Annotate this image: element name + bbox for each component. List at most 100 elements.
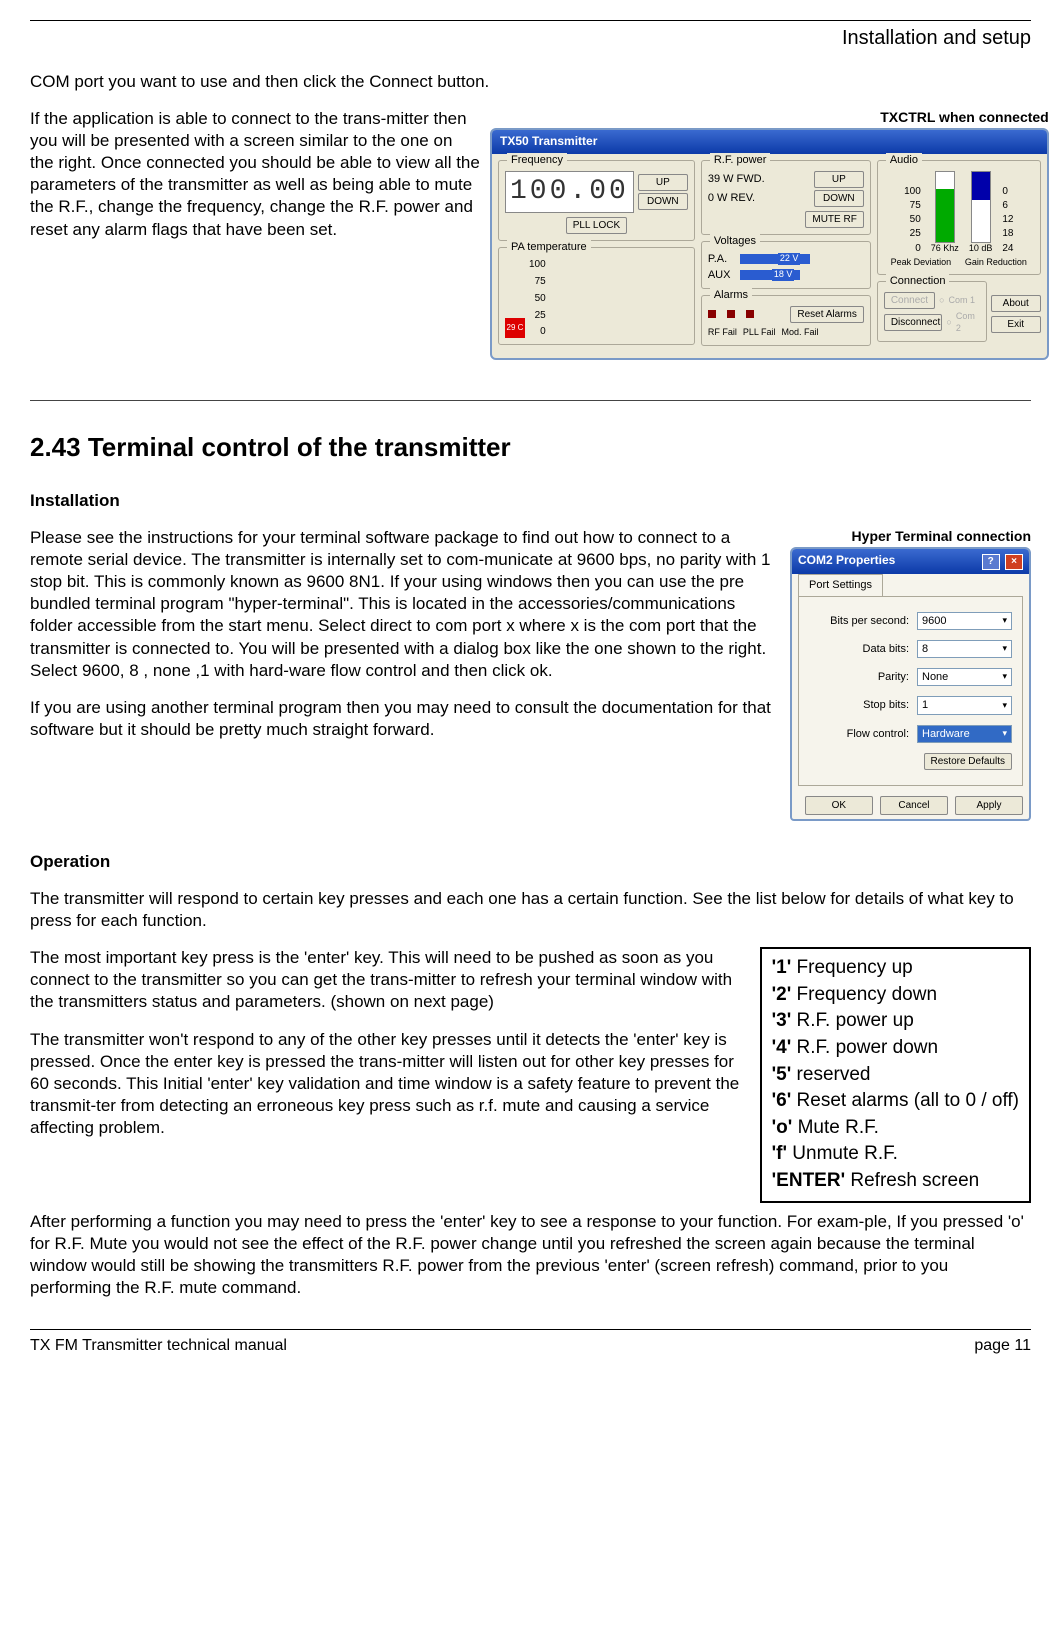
group-alarms: Alarms Reset Alarms RF Fail PLL Fail — [701, 295, 871, 346]
help-icon[interactable]: ? — [982, 554, 1000, 570]
rf-down-button[interactable]: DOWN — [814, 190, 864, 207]
scale-tick: 18 — [1002, 227, 1013, 240]
connection-label: Connection — [886, 274, 950, 288]
key-reference-box: '1' Frequency up '2' Frequency down '3' … — [760, 947, 1031, 1202]
gain-red-label: Gain Reduction — [965, 257, 1027, 269]
volt-pa-label: P.A. — [708, 252, 736, 266]
key-5-desc: reserved — [791, 1064, 870, 1085]
scale-tick: 25 — [529, 309, 546, 322]
key-3-desc: R.F. power up — [791, 1010, 914, 1031]
key-2: '2' — [772, 984, 792, 1005]
databits-label: Data bits: — [809, 642, 917, 656]
com1-radio[interactable]: Com 1 — [949, 295, 976, 307]
volt-aux-value: 18 V — [772, 269, 795, 281]
scale-tick: 24 — [1002, 242, 1013, 255]
pa-temp-label: PA temperature — [507, 240, 591, 254]
group-frequency: Frequency 100.00 UP DOWN PLL LOCK — [498, 160, 695, 241]
key-1: '1' — [772, 957, 792, 978]
peak-deviation-bar — [935, 171, 955, 243]
frequency-label: Frequency — [507, 153, 567, 167]
gain-red-value: 10 dB — [969, 243, 993, 255]
paragraph-1: If the application is able to connect to… — [30, 108, 480, 241]
alarm-pll-label: PLL Fail — [743, 327, 776, 339]
key-o: 'o' — [772, 1117, 793, 1138]
bps-select[interactable]: 9600▾ — [917, 612, 1012, 630]
bps-label: Bits per second: — [809, 614, 917, 628]
freq-down-button[interactable]: DOWN — [638, 193, 688, 210]
scale-tick: 6 — [1002, 199, 1013, 212]
caption-txctrl: TXCTRL when connected — [490, 108, 1049, 126]
scale-tick: 0 — [904, 242, 921, 255]
key-f-desc: Unmute R.F. — [787, 1143, 898, 1164]
footer-left: TX FM Transmitter technical manual — [30, 1336, 287, 1357]
peak-dev-value: 76 Khz — [931, 243, 959, 255]
disconnect-button[interactable]: Disconnect — [884, 314, 943, 331]
key-4-desc: R.F. power down — [791, 1037, 938, 1058]
com2-radio[interactable]: Com 2 — [956, 311, 980, 334]
key-1-desc: Frequency up — [791, 957, 912, 978]
stopbits-select[interactable]: 1▾ — [917, 696, 1012, 714]
cancel-button[interactable]: Cancel — [880, 796, 948, 815]
audio-label: Audio — [886, 153, 922, 167]
com2-dialog: COM2 Properties ? × Port Settings Bits p… — [790, 547, 1031, 821]
op-p2: The most important key press is the 'ent… — [30, 947, 750, 1013]
operation-heading: Operation — [30, 851, 1031, 873]
group-pa-temp: PA temperature 29 C 100 75 50 25 0 — [498, 247, 695, 345]
scale-tick: 0 — [1002, 185, 1013, 198]
peak-dev-label: Peak Deviation — [891, 257, 952, 269]
about-button[interactable]: About — [991, 295, 1041, 312]
scale-tick: 50 — [904, 213, 921, 226]
connect-button[interactable]: Connect — [884, 292, 935, 309]
scale-tick: 12 — [1002, 213, 1013, 226]
key-3: '3' — [772, 1010, 792, 1031]
group-voltages: Voltages P.A. 22 V AUX 18 V — [701, 241, 871, 290]
scale-tick: 0 — [529, 325, 546, 338]
footer-right: page 11 — [974, 1336, 1031, 1357]
install-p1: Please see the instructions for your ter… — [30, 527, 780, 682]
key-enter-desc: Refresh screen — [845, 1170, 979, 1191]
install-p2: If you are using another terminal progra… — [30, 697, 780, 741]
alarms-label: Alarms — [710, 288, 752, 302]
rf-fwd-value: 39 W FWD. — [708, 172, 765, 186]
ok-button[interactable]: OK — [805, 796, 873, 815]
restore-defaults-button[interactable]: Restore Defaults — [924, 753, 1012, 770]
scale-tick: 75 — [529, 275, 546, 288]
group-connection: Connection Connect ○ Com 1 Disconnect ○ … — [877, 281, 987, 341]
volt-aux-label: AUX — [708, 268, 736, 282]
section-heading: 2.43 Terminal control of the transmitter — [30, 431, 1031, 465]
freq-up-button[interactable]: UP — [638, 174, 688, 191]
apply-button[interactable]: Apply — [955, 796, 1023, 815]
close-icon[interactable]: × — [1005, 554, 1023, 570]
dialog-title: COM2 Properties — [798, 553, 895, 570]
flowcontrol-select[interactable]: Hardware▾ — [917, 725, 1012, 743]
key-5: '5' — [772, 1064, 792, 1085]
stopbits-label: Stop bits: — [809, 698, 917, 712]
scale-tick: 100 — [529, 258, 546, 271]
key-f: 'f' — [772, 1143, 787, 1164]
exit-button[interactable]: Exit — [991, 316, 1041, 333]
key-2-desc: Frequency down — [791, 984, 937, 1005]
key-enter: 'ENTER' — [772, 1170, 845, 1191]
mute-rf-button[interactable]: MUTE RF — [805, 211, 863, 228]
header-section: Installation and setup — [30, 25, 1031, 51]
gain-reduction-bar — [971, 171, 991, 243]
alarm-mod-label: Mod. Fail — [782, 327, 819, 339]
scale-tick: 50 — [529, 292, 546, 305]
group-rf-power: R.F. power 39 W FWD. UP 0 W REV. DOWN MU… — [701, 160, 871, 235]
led-icon — [727, 310, 735, 318]
pll-lock-indicator: PLL LOCK — [566, 217, 627, 234]
frequency-display: 100.00 — [505, 171, 634, 213]
key-4: '4' — [772, 1037, 792, 1058]
led-icon — [708, 310, 716, 318]
reset-alarms-button[interactable]: Reset Alarms — [790, 306, 863, 323]
tab-port-settings[interactable]: Port Settings — [798, 574, 883, 595]
scale-tick: 100 — [904, 185, 921, 198]
rf-up-button[interactable]: UP — [814, 171, 864, 188]
databits-select[interactable]: 8▾ — [917, 640, 1012, 658]
op-p4: After performing a function you may need… — [30, 1211, 1031, 1299]
scale-tick: 75 — [904, 199, 921, 212]
pa-temp-value: 29 C — [505, 318, 525, 338]
parity-select[interactable]: None▾ — [917, 668, 1012, 686]
group-audio: Audio 100 75 50 25 0 76 Khz — [877, 160, 1041, 275]
key-o-desc: Mute R.F. — [792, 1117, 879, 1138]
